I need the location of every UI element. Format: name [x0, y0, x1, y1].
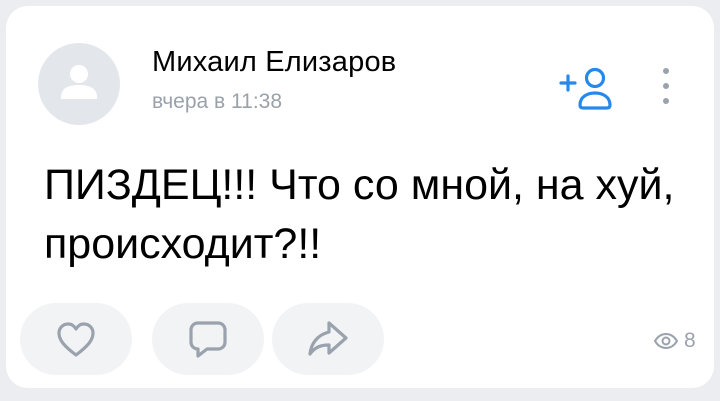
comment-icon: [189, 321, 227, 358]
eye-icon: [653, 332, 679, 350]
like-button[interactable]: [20, 303, 132, 375]
comment-button[interactable]: [152, 303, 264, 375]
add-friend-icon: [559, 67, 612, 110]
share-icon: [308, 321, 348, 356]
post-card: Михаил Елизаров вчера в 11:38 ПИЗДЕЦ!!! …: [6, 6, 714, 388]
avatar[interactable]: [38, 43, 120, 125]
views-count: 8: [684, 329, 696, 352]
more-button[interactable]: [651, 64, 681, 110]
post-text: ПИЗДЕЦ!!! Что со мной, на хуй, происходи…: [44, 161, 675, 268]
user-placeholder-icon: [61, 65, 97, 99]
more-vertical-icon: [663, 68, 669, 104]
post-timestamp[interactable]: вчера в 11:38: [152, 90, 282, 114]
add-friend-button[interactable]: [558, 66, 620, 112]
share-button[interactable]: [272, 303, 384, 375]
views-counter: 8: [653, 329, 696, 353]
author-name[interactable]: Михаил Елизаров: [152, 46, 396, 79]
heart-icon: [57, 322, 95, 357]
